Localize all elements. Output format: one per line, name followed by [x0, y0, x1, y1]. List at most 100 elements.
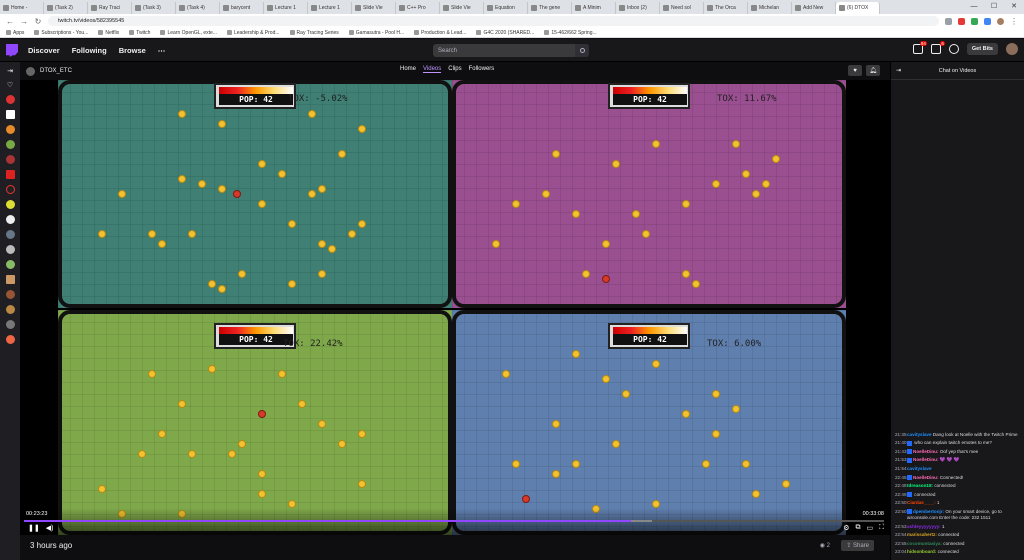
chat-username[interactable]: cocomuntasiya:: [907, 541, 942, 546]
browser-tab[interactable]: (Task 2): [44, 2, 88, 14]
channel-avatar[interactable]: [5, 245, 15, 254]
bookmark-item[interactable]: Gamasutra - Pool H...: [348, 30, 404, 36]
twitch-logo-icon[interactable]: [6, 43, 18, 57]
fullscreen-icon[interactable]: ⛶: [879, 524, 884, 532]
inbox-icon[interactable]: 6: [930, 41, 945, 54]
channel-avatar[interactable]: [5, 155, 15, 164]
browser-tab[interactable]: Slide Vie: [440, 2, 484, 14]
chat-username[interactable]: cavityslave: [907, 432, 932, 437]
browser-tab[interactable]: Ray Traci: [88, 2, 132, 14]
bookmark-item[interactable]: Leadership & Prod...: [226, 30, 280, 36]
channel-avatar[interactable]: [5, 305, 15, 314]
profile-avatar[interactable]: [997, 17, 1004, 25]
notification-bell-icon[interactable]: 🔔︎: [866, 65, 880, 76]
bookmark-item[interactable]: Production & Lead...: [414, 30, 466, 36]
channel-avatar[interactable]: [5, 95, 15, 104]
chat-username[interactable]: NoelleDinu:: [913, 449, 939, 454]
browser-tab[interactable]: Need sol: [660, 2, 704, 14]
chat-username[interactable]: cavityslave: [907, 466, 932, 471]
channel-avatar[interactable]: [5, 125, 15, 134]
pause-icon[interactable]: ❚❚: [28, 524, 40, 532]
reload-icon[interactable]: ↻: [34, 17, 42, 26]
recommended-icon[interactable]: [5, 320, 15, 329]
nav-discover[interactable]: Discover: [28, 46, 60, 55]
channel-avatar[interactable]: [5, 260, 15, 269]
chat-username[interactable]: Ciardas____:: [907, 500, 936, 505]
chat-username[interactable]: hidsonboard:: [907, 549, 936, 554]
expand-rail-icon[interactable]: ⇥: [7, 67, 13, 75]
minimize-icon[interactable]: —: [964, 0, 984, 14]
bookmark-item[interactable]: Subscriptions - You...: [34, 30, 88, 36]
notifications-icon[interactable]: 94: [912, 41, 927, 54]
clip-icon[interactable]: ⧉: [855, 524, 860, 532]
bookmark-item[interactable]: G4C 2020 (SHARED...: [476, 30, 534, 36]
address-bar[interactable]: twitch.tv/videos/582395545: [48, 16, 939, 26]
browser-tab[interactable]: Equation: [484, 2, 528, 14]
follow-heart-icon[interactable]: ♥: [848, 65, 862, 76]
channel-avatar[interactable]: [5, 275, 15, 284]
get-bits-button[interactable]: Get Bits: [966, 43, 998, 55]
bookmark-item[interactable]: 15-462/662 Spring...: [544, 30, 597, 36]
channel-tab-clips[interactable]: Clips: [448, 66, 461, 73]
forward-icon[interactable]: →: [20, 17, 28, 26]
extension-icon[interactable]: [971, 17, 978, 25]
user-avatar[interactable]: [1006, 43, 1018, 55]
browser-tab[interactable]: (6) DTOX: [836, 2, 880, 14]
channel-tab-followers[interactable]: Followers: [469, 66, 495, 73]
channel-avatar[interactable]: [5, 185, 15, 194]
channel-tab-home[interactable]: Home: [400, 66, 416, 73]
channel-avatar[interactable]: [5, 110, 15, 119]
browser-tab[interactable]: (Task 3): [132, 2, 176, 14]
nav-browse[interactable]: Browse: [119, 46, 146, 55]
channel-avatar[interactable]: [5, 215, 15, 224]
share-button[interactable]: ⇪ Share: [841, 540, 874, 551]
video-player[interactable]: POP: 42 TOX: 6.00% POP: 42 TOX: 22.42% POP: …: [20, 80, 890, 535]
channel-name[interactable]: DTOX_ETC: [40, 68, 72, 74]
search-input[interactable]: Search: [433, 44, 589, 57]
chat-username[interactable]: NoelleDinu:: [913, 457, 939, 462]
chat-username[interactable]: ashleyyyyyyyy:: [907, 524, 941, 529]
bookmark-item[interactable]: Ray Tracing Series: [289, 30, 339, 36]
whispers-icon[interactable]: [948, 44, 959, 54]
browser-tab[interactable]: Slide Vie: [352, 2, 396, 14]
settings-gear-icon[interactable]: ⚙: [843, 524, 849, 532]
channel-avatar[interactable]: [5, 140, 15, 149]
collapse-chat-icon[interactable]: ⇥: [896, 67, 901, 74]
chat-username[interactable]: marissahertz:: [907, 532, 937, 537]
channel-avatar[interactable]: [5, 290, 15, 299]
theatre-mode-icon[interactable]: ▭: [866, 524, 873, 532]
browser-tab[interactable]: A Minim: [572, 2, 616, 14]
extension-icon[interactable]: [984, 17, 991, 25]
channel-avatar[interactable]: [5, 230, 15, 239]
volume-icon[interactable]: ◀︎): [46, 524, 54, 532]
channel-avatar[interactable]: [5, 200, 15, 209]
maximize-icon[interactable]: ☐: [984, 0, 1004, 14]
bookmark-item[interactable]: Twitch: [129, 30, 150, 36]
browser-tab[interactable]: C++ Pro: [396, 2, 440, 14]
star-icon[interactable]: [945, 17, 952, 25]
browser-tab[interactable]: Add New: [792, 2, 836, 14]
browser-tab[interactable]: The gene: [528, 2, 572, 14]
browser-tab[interactable]: (Task 4): [176, 2, 220, 14]
bookmark-item[interactable]: Netflix: [98, 30, 119, 36]
browser-tab[interactable]: The Orca: [704, 2, 748, 14]
channel-avatar[interactable]: [26, 66, 35, 76]
chat-username[interactable]: dpembertonjr:: [913, 509, 944, 514]
browser-tab[interactable]: Home -: [0, 2, 44, 14]
close-window-icon[interactable]: ✕: [1004, 0, 1024, 14]
channel-avatar[interactable]: [5, 170, 15, 179]
browser-tab[interactable]: barycent: [220, 2, 264, 14]
channel-avatar[interactable]: [5, 335, 15, 344]
bookmark-item[interactable]: Learn OpenGL, exte...: [160, 30, 217, 36]
heart-icon[interactable]: ♡: [7, 81, 13, 89]
browser-tab[interactable]: Inbox (2): [616, 2, 660, 14]
browser-tab[interactable]: Michelan: [748, 2, 792, 14]
menu-icon[interactable]: ⋮: [1010, 17, 1018, 26]
nav-following[interactable]: Following: [72, 46, 107, 55]
channel-tab-videos[interactable]: Videos: [423, 66, 442, 73]
back-icon[interactable]: ←: [6, 17, 14, 26]
extension-icon[interactable]: [958, 17, 965, 25]
search-button[interactable]: [575, 44, 589, 57]
bookmark-item[interactable]: Apps: [6, 30, 24, 36]
seek-bar[interactable]: [24, 520, 884, 522]
